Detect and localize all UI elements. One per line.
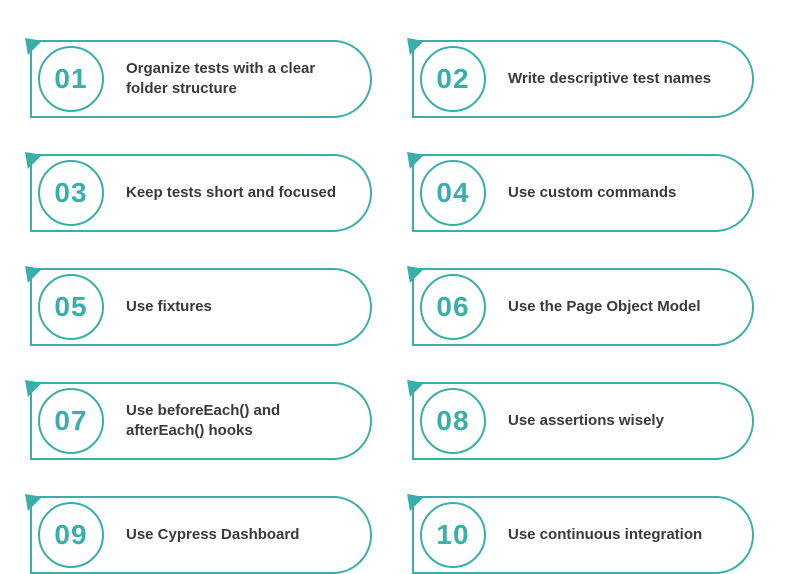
number-badge: 08	[420, 388, 486, 454]
item-label: Keep tests short and focused	[126, 183, 336, 203]
list-item: 05 Use fixtures	[30, 268, 372, 346]
number-badge: 10	[420, 502, 486, 568]
item-number: 04	[436, 177, 469, 209]
list-item: 08 Use assertions wisely	[412, 382, 754, 460]
item-number: 10	[436, 519, 469, 551]
item-number: 08	[436, 405, 469, 437]
number-badge: 06	[420, 274, 486, 340]
item-number: 06	[436, 291, 469, 323]
number-badge: 03	[38, 160, 104, 226]
list-item: 10 Use continuous integration	[412, 496, 754, 574]
number-badge: 01	[38, 46, 104, 112]
number-badge: 07	[38, 388, 104, 454]
list-item: 03 Keep tests short and focused	[30, 154, 372, 232]
item-number: 05	[54, 291, 87, 323]
item-number: 07	[54, 405, 87, 437]
number-badge: 04	[420, 160, 486, 226]
list-item: 02 Write descriptive test names	[412, 40, 754, 118]
item-number: 02	[436, 63, 469, 95]
list-item: 01 Organize tests with a clear folder st…	[30, 40, 372, 118]
list-item: 09 Use Cypress Dashboard	[30, 496, 372, 574]
item-label: Use continuous integration	[508, 525, 702, 545]
list-item: 04 Use custom commands	[412, 154, 754, 232]
item-label: Use assertions wisely	[508, 411, 664, 431]
item-number: 09	[54, 519, 87, 551]
number-badge: 09	[38, 502, 104, 568]
item-label: Organize tests with a clear folder struc…	[126, 59, 352, 100]
item-number: 03	[54, 177, 87, 209]
number-badge: 02	[420, 46, 486, 112]
item-label: Use beforeEach() and afterEach() hooks	[126, 401, 352, 442]
item-label: Use fixtures	[126, 297, 212, 317]
item-label: Use custom commands	[508, 183, 676, 203]
item-number: 01	[54, 63, 87, 95]
list-item: 07 Use beforeEach() and afterEach() hook…	[30, 382, 372, 460]
item-label: Use Cypress Dashboard	[126, 525, 299, 545]
number-badge: 05	[38, 274, 104, 340]
item-label: Write descriptive test names	[508, 69, 711, 89]
list-item: 06 Use the Page Object Model	[412, 268, 754, 346]
item-label: Use the Page Object Model	[508, 297, 701, 317]
